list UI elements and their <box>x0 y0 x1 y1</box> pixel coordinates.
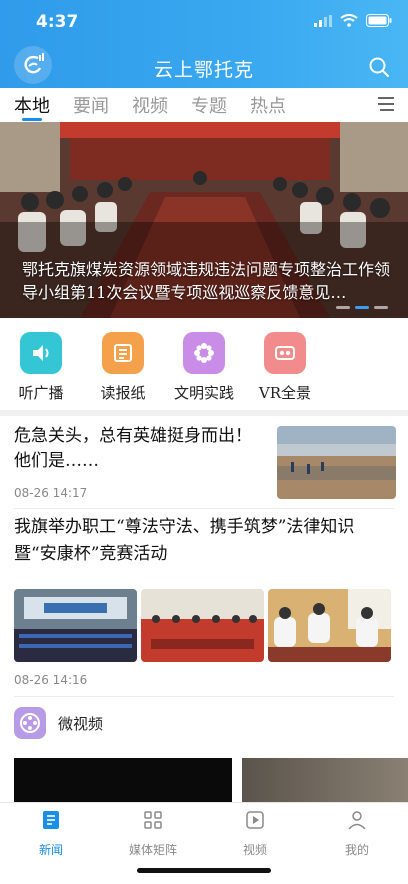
banner-carousel[interactable]: 鄂托克旗煤炭资源领域违规违法问题专项整治工作领导小组第11次会议暨专项巡视巡察反… <box>0 122 408 318</box>
signal-icon <box>314 14 332 27</box>
banner-caption: 鄂托克旗煤炭资源领域违规违法问题专项整治工作领导小组第11次会议暨专项巡视巡察反… <box>22 260 391 302</box>
tab-topics[interactable]: 专题 <box>191 92 227 118</box>
entry-label: VR全景 <box>258 384 312 402</box>
flower-icon <box>183 332 225 374</box>
entry-radio[interactable]: 听广播 <box>1 332 81 403</box>
entry-vr[interactable]: VR全景 <box>245 332 325 403</box>
menu-icon <box>378 97 394 111</box>
carousel-dot <box>336 306 350 309</box>
video-thumbnail[interactable] <box>242 758 408 802</box>
nav-label: 我的 <box>344 843 369 857</box>
speaker-icon <box>20 332 62 374</box>
newspaper-icon <box>102 332 144 374</box>
news-image[interactable] <box>141 589 264 662</box>
nav-media-matrix[interactable]: 媒体矩阵 <box>113 809 193 858</box>
app-title: 云上鄂托克 <box>153 59 254 81</box>
tabs-menu-button[interactable] <box>378 96 394 112</box>
micro-video-label: 微视频 <box>58 714 104 733</box>
tab-local[interactable]: 本地 <box>14 92 50 118</box>
nav-video[interactable]: 视频 <box>215 809 295 858</box>
carousel-dots <box>336 306 388 309</box>
carousel-dot <box>374 306 388 309</box>
news-time: 08-26 14:17 <box>14 486 88 500</box>
nav-mine[interactable]: 我的 <box>317 809 397 858</box>
nav-label: 媒体矩阵 <box>128 843 177 857</box>
entry-label: 文明实践 <box>173 384 234 402</box>
vr-goggles-icon <box>264 332 306 374</box>
app-header: 4:37 云上鄂托克 <box>0 0 408 88</box>
entry-civilization[interactable]: 文明实践 <box>164 332 244 403</box>
news-title[interactable]: 我旗举办职工“尊法守法、携手筑梦”法律知识暨“安康杯”竞赛活动 <box>14 514 394 568</box>
status-time: 4:37 <box>36 12 79 32</box>
divider <box>14 696 394 697</box>
news-time: 08-26 14:16 <box>14 673 88 687</box>
entry-label: 听广播 <box>18 384 64 402</box>
nav-label: 视频 <box>242 843 267 857</box>
nav-label: 新闻 <box>38 843 63 857</box>
tab-hot[interactable]: 热点 <box>250 92 286 118</box>
battery-icon <box>366 14 392 27</box>
search-icon <box>369 57 389 77</box>
news-icon <box>43 811 59 829</box>
carousel-dot-active <box>355 306 369 309</box>
search-button[interactable] <box>368 56 390 78</box>
video-thumbnail[interactable] <box>14 758 232 802</box>
micro-video-header[interactable]: 微视频 <box>14 707 103 739</box>
play-icon <box>246 811 264 829</box>
quick-entries: 听广播 读报纸 文明实践 VR全景 <box>0 318 408 410</box>
tab-headlines[interactable]: 要闻 <box>73 92 109 118</box>
tab-underline <box>22 118 42 121</box>
home-indicator <box>137 868 271 873</box>
tab-video[interactable]: 视频 <box>132 92 168 118</box>
news-thumbnail[interactable] <box>277 426 396 499</box>
grid-icon <box>144 811 162 829</box>
news-image[interactable] <box>268 589 391 662</box>
entry-label: 读报纸 <box>100 384 146 402</box>
wifi-icon <box>340 14 358 27</box>
person-icon <box>348 811 366 830</box>
status-icons <box>314 14 392 27</box>
film-reel-icon <box>14 707 46 739</box>
news-title[interactable]: 危急关头，总有英雄挺身而出！他们是…… <box>14 424 264 474</box>
category-tabs: 本地 要闻 视频 专题 热点 <box>0 88 408 122</box>
entry-newspaper[interactable]: 读报纸 <box>83 332 163 403</box>
news-image[interactable] <box>14 589 137 662</box>
section-divider <box>0 410 408 416</box>
divider <box>14 508 394 509</box>
nav-news[interactable]: 新闻 <box>11 809 91 858</box>
